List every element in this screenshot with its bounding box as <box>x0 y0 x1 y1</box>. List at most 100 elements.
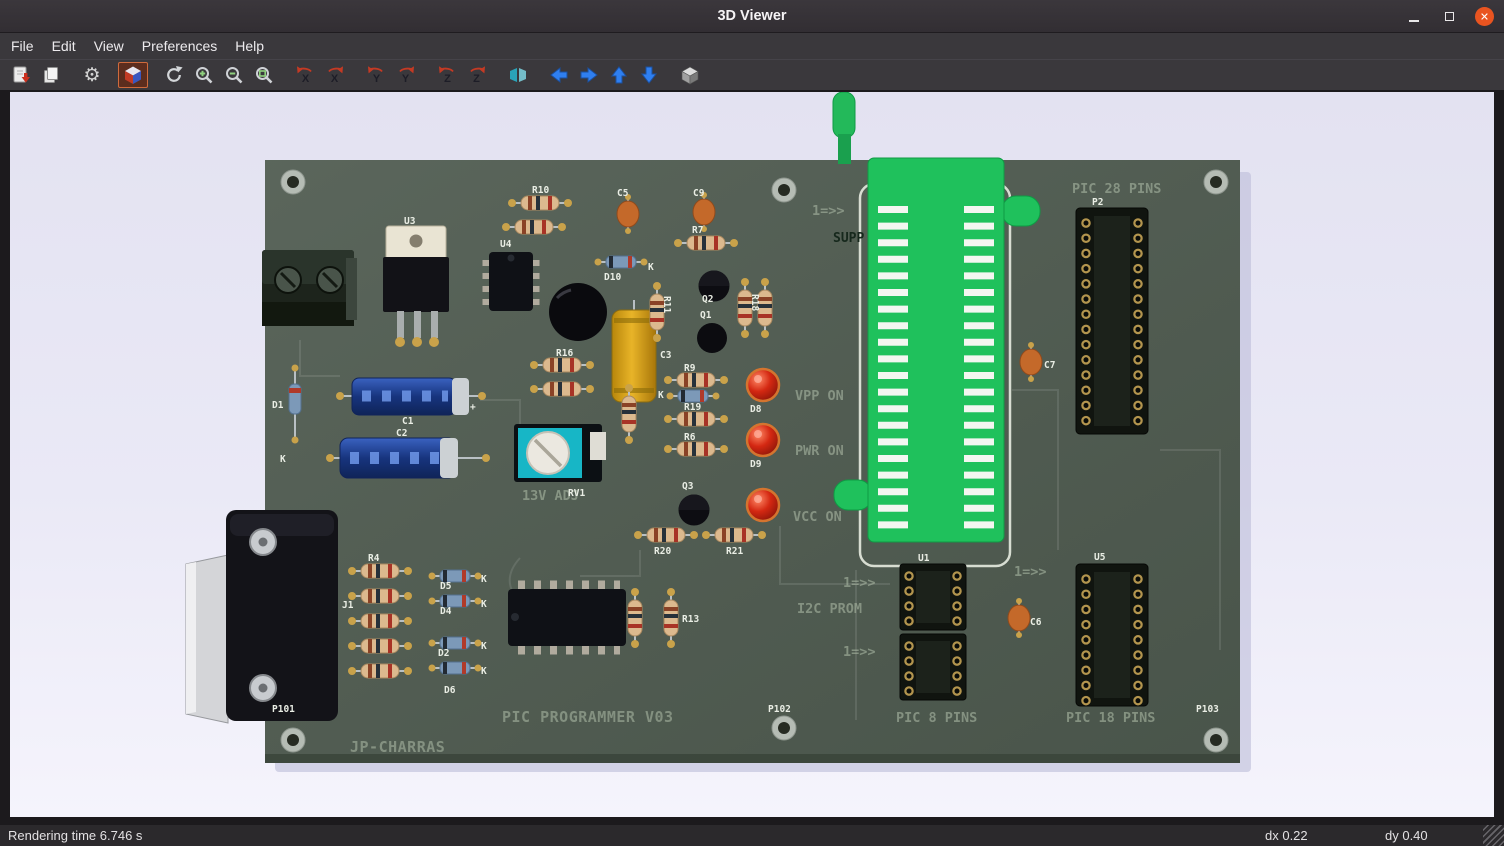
svg-text:U1: U1 <box>918 553 930 564</box>
svg-text:VPP ON: VPP ON <box>795 388 844 404</box>
pan-left-button[interactable] <box>544 62 574 88</box>
zoom-fit-button[interactable] <box>249 62 279 88</box>
pan-right-icon <box>579 65 599 85</box>
rotate-y-cw-icon: Y <box>395 65 417 85</box>
rotate-z-ccw-button[interactable]: Z <box>432 62 462 88</box>
zoom-out-button[interactable] <box>219 62 249 88</box>
svg-text:C9: C9 <box>693 188 705 199</box>
minimize-button[interactable] <box>1403 5 1425 27</box>
toolbar: ⚙ <box>0 59 1504 90</box>
menu-preferences[interactable]: Preferences <box>133 35 226 57</box>
window-controls: ✕ <box>1403 5 1504 27</box>
menu-edit[interactable]: Edit <box>43 35 85 57</box>
svg-text:1=>>: 1=>> <box>812 203 845 219</box>
rotate-x-cw-icon: X <box>324 65 346 85</box>
svg-text:K: K <box>648 262 654 273</box>
pan-down-button[interactable] <box>634 62 664 88</box>
copy-image-button[interactable] <box>36 62 66 88</box>
ic-u2 <box>508 585 626 650</box>
db9-connector-j1 <box>186 510 338 723</box>
svg-text:D1: D1 <box>272 400 284 411</box>
socket-u1-lower <box>900 634 966 700</box>
ortho-view-button[interactable] <box>675 62 705 88</box>
socket-u5 <box>1076 564 1148 706</box>
copy-icon <box>41 65 61 85</box>
svg-text:Z: Z <box>444 73 451 85</box>
svg-text:P102: P102 <box>768 704 791 715</box>
orientation-cube-button[interactable] <box>118 62 148 88</box>
pcb-render: PIC 28 PINS PIC 8 PINS PIC 18 PINS I2C P… <box>10 92 1494 817</box>
dx-readout: dx 0.22 <box>1265 828 1308 843</box>
svg-text:K: K <box>481 599 487 610</box>
3d-canvas[interactable]: PIC 28 PINS PIC 8 PINS PIC 18 PINS I2C P… <box>10 92 1494 817</box>
refresh-view-button[interactable] <box>159 62 189 88</box>
gear-icon: ⚙ <box>83 66 100 85</box>
svg-text:1=>>: 1=>> <box>843 575 876 591</box>
svg-text:R7: R7 <box>692 225 703 236</box>
svg-text:Q2: Q2 <box>702 294 713 305</box>
minimize-icon <box>1409 20 1419 22</box>
svg-text:D2: D2 <box>438 648 449 659</box>
svg-text:D10: D10 <box>604 272 621 283</box>
rotate-z-cw-button[interactable]: Z <box>462 62 492 88</box>
svg-text:C2: C2 <box>396 428 407 439</box>
socket-p2 <box>1076 208 1148 434</box>
pan-up-button[interactable] <box>604 62 634 88</box>
menu-help[interactable]: Help <box>226 35 273 57</box>
pan-up-icon <box>609 65 629 85</box>
menubar: File Edit View Preferences Help <box>0 33 1504 59</box>
leds <box>747 369 779 521</box>
refresh-icon <box>164 65 184 85</box>
rotate-x-cw-button[interactable]: X <box>320 62 350 88</box>
3d-viewer-window: 3D Viewer ✕ File Edit View Preferences H… <box>0 0 1504 846</box>
led-d9 <box>747 424 779 456</box>
led-d8 <box>747 369 779 401</box>
rotate-y-ccw-button[interactable]: Y <box>361 62 391 88</box>
svg-text:Y: Y <box>373 73 381 85</box>
svg-text:U4: U4 <box>500 239 512 250</box>
rotate-z-cw-icon: Z <box>466 65 488 85</box>
svg-text:K: K <box>481 574 487 585</box>
svg-text:Z: Z <box>473 73 480 85</box>
svg-text:✕: ✕ <box>1479 10 1488 23</box>
green-wire <box>833 92 855 138</box>
svg-text:X: X <box>302 73 310 85</box>
svg-text:K: K <box>658 390 664 401</box>
rotate-x-ccw-button[interactable]: X <box>290 62 320 88</box>
menu-file[interactable]: File <box>2 35 43 57</box>
export-image-button[interactable] <box>6 62 36 88</box>
svg-text:R16: R16 <box>556 348 573 359</box>
svg-text:D5: D5 <box>440 581 452 592</box>
svg-text:C6: C6 <box>1030 617 1042 628</box>
svg-text:VCC ON: VCC ON <box>793 509 842 525</box>
svg-text:Q1: Q1 <box>700 310 712 321</box>
menu-view[interactable]: View <box>85 35 133 57</box>
titlebar[interactable]: 3D Viewer ✕ <box>0 0 1504 33</box>
svg-text:I2C PROM: I2C PROM <box>797 601 862 617</box>
statusbar: Rendering time 6.746 s dx 0.22 dy 0.40 <box>0 825 1504 846</box>
svg-text:+: + <box>470 402 476 413</box>
svg-text:R4: R4 <box>368 553 380 564</box>
svg-text:Q3: Q3 <box>682 481 694 492</box>
maximize-button[interactable] <box>1438 5 1460 27</box>
svg-text:R10: R10 <box>532 185 549 196</box>
settings-button[interactable]: ⚙ <box>77 62 107 88</box>
zoom-in-icon <box>194 65 214 85</box>
zoom-fit-icon <box>254 65 274 85</box>
close-button[interactable]: ✕ <box>1473 5 1495 27</box>
flip-board-button[interactable] <box>503 62 533 88</box>
rotate-z-ccw-icon: Z <box>436 65 458 85</box>
capacitor-c1 <box>336 378 486 415</box>
dy-readout: dy 0.40 <box>1385 828 1428 843</box>
rotate-y-cw-button[interactable]: Y <box>391 62 421 88</box>
resize-grip[interactable] <box>1483 825 1504 846</box>
transistor-q1 <box>697 323 727 353</box>
svg-text:R13: R13 <box>682 614 699 625</box>
svg-text:PIC 18 PINS: PIC 18 PINS <box>1066 710 1155 726</box>
pan-right-button[interactable] <box>574 62 604 88</box>
flip-board-icon <box>508 65 528 85</box>
svg-text:R20: R20 <box>654 546 671 557</box>
svg-text:RV1: RV1 <box>568 488 585 499</box>
svg-text:Y: Y <box>402 73 410 85</box>
zoom-in-button[interactable] <box>189 62 219 88</box>
